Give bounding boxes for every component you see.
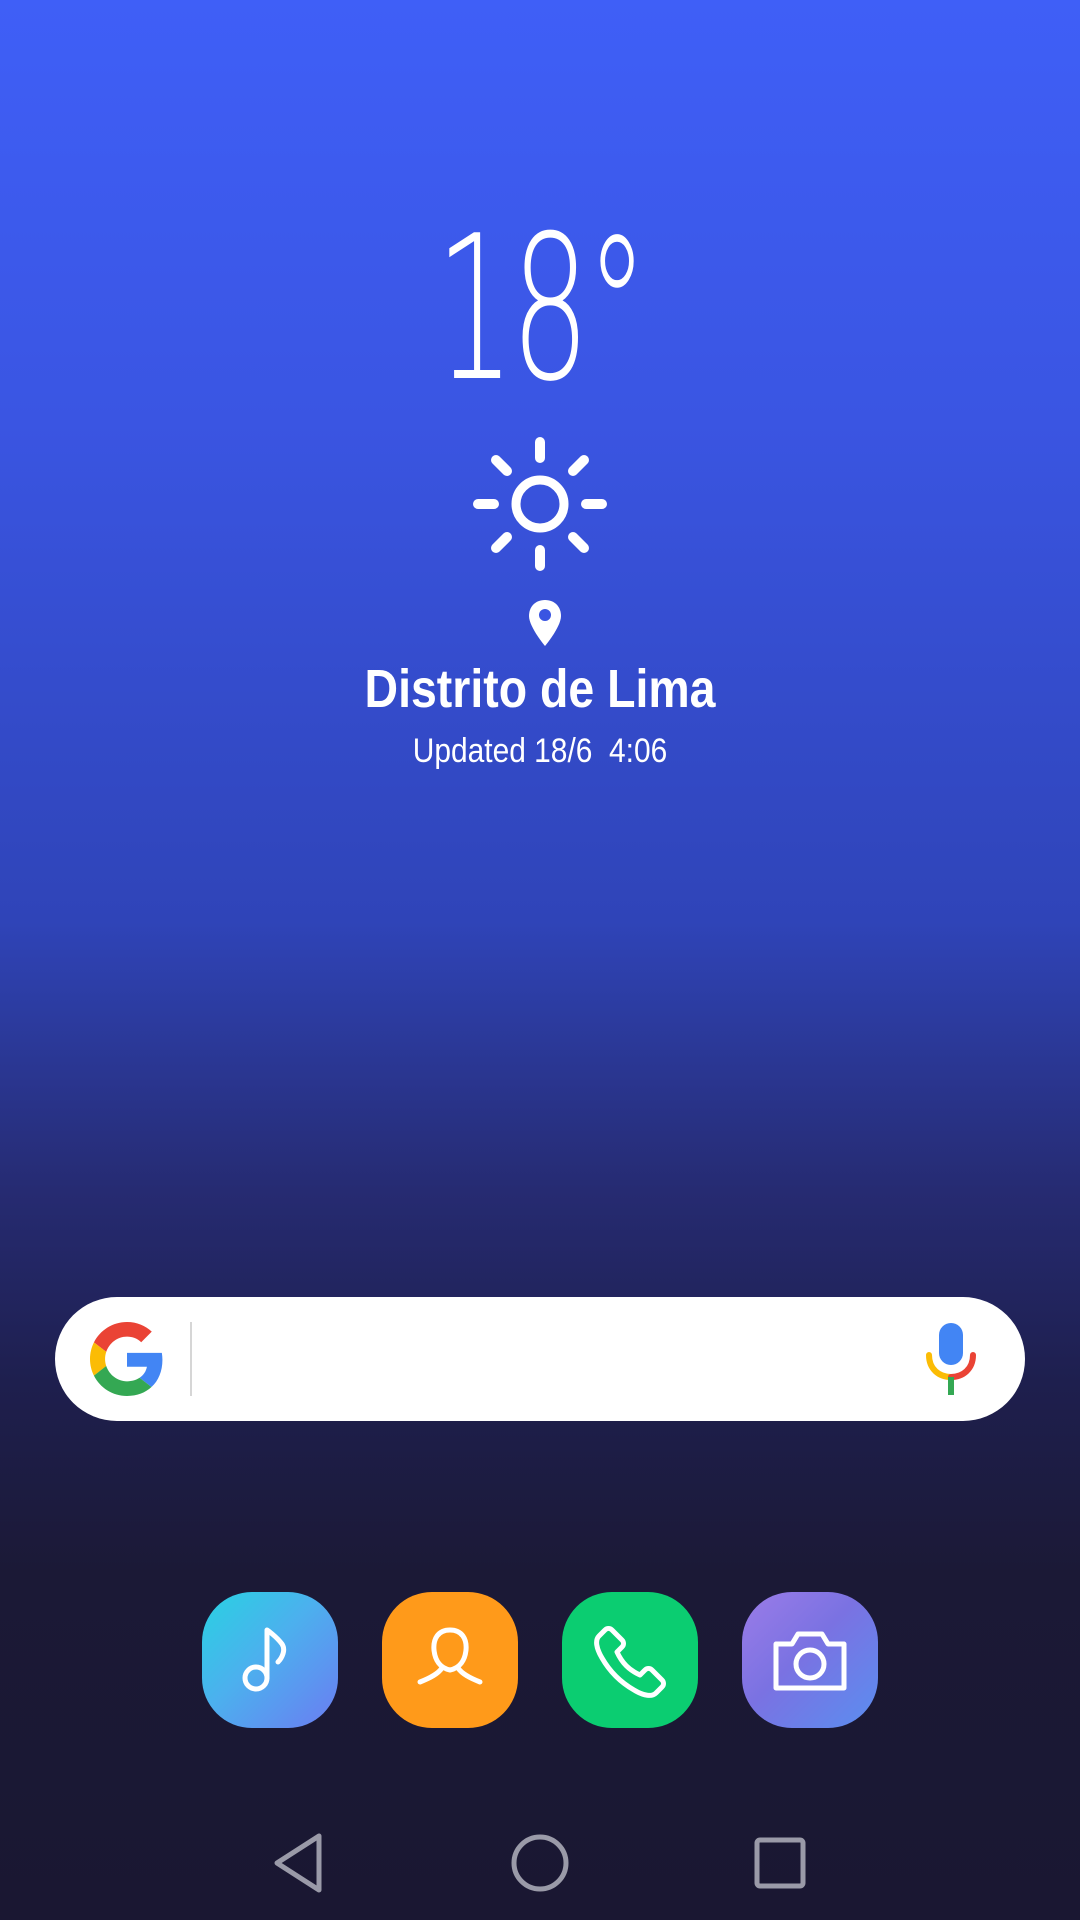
google-g-icon[interactable] <box>90 1322 164 1396</box>
search-input[interactable] <box>205 1319 929 1401</box>
contacts-app-icon[interactable] <box>382 1592 518 1728</box>
location-pin-icon <box>529 600 561 646</box>
search-divider <box>190 1322 192 1396</box>
camera-app-icon[interactable] <box>742 1592 878 1728</box>
google-search-bar[interactable] <box>55 1297 1025 1421</box>
camera-icon <box>773 1631 847 1691</box>
back-triangle-icon[interactable] <box>265 1828 335 1898</box>
temperature: 18° <box>435 193 648 426</box>
updated-time: Updated 18/6 4:06 <box>412 732 668 770</box>
music-note-icon <box>242 1627 287 1692</box>
recents-square-icon[interactable] <box>745 1828 815 1898</box>
music-app-icon[interactable] <box>202 1592 338 1728</box>
weather-widget[interactable]: 18° Distrito de Lima Updated 18/6 4:06 <box>0 0 1080 820</box>
phone-app-icon[interactable] <box>562 1592 698 1728</box>
navigation-bar <box>0 1800 1080 1920</box>
microphone-icon[interactable] <box>921 1321 981 1399</box>
contact-person-icon <box>417 1627 483 1685</box>
phone-handset-icon <box>594 1626 666 1698</box>
location-name: Distrito de Lima <box>364 659 716 719</box>
sun-icon <box>473 437 607 571</box>
home-circle-icon[interactable] <box>505 1828 575 1898</box>
